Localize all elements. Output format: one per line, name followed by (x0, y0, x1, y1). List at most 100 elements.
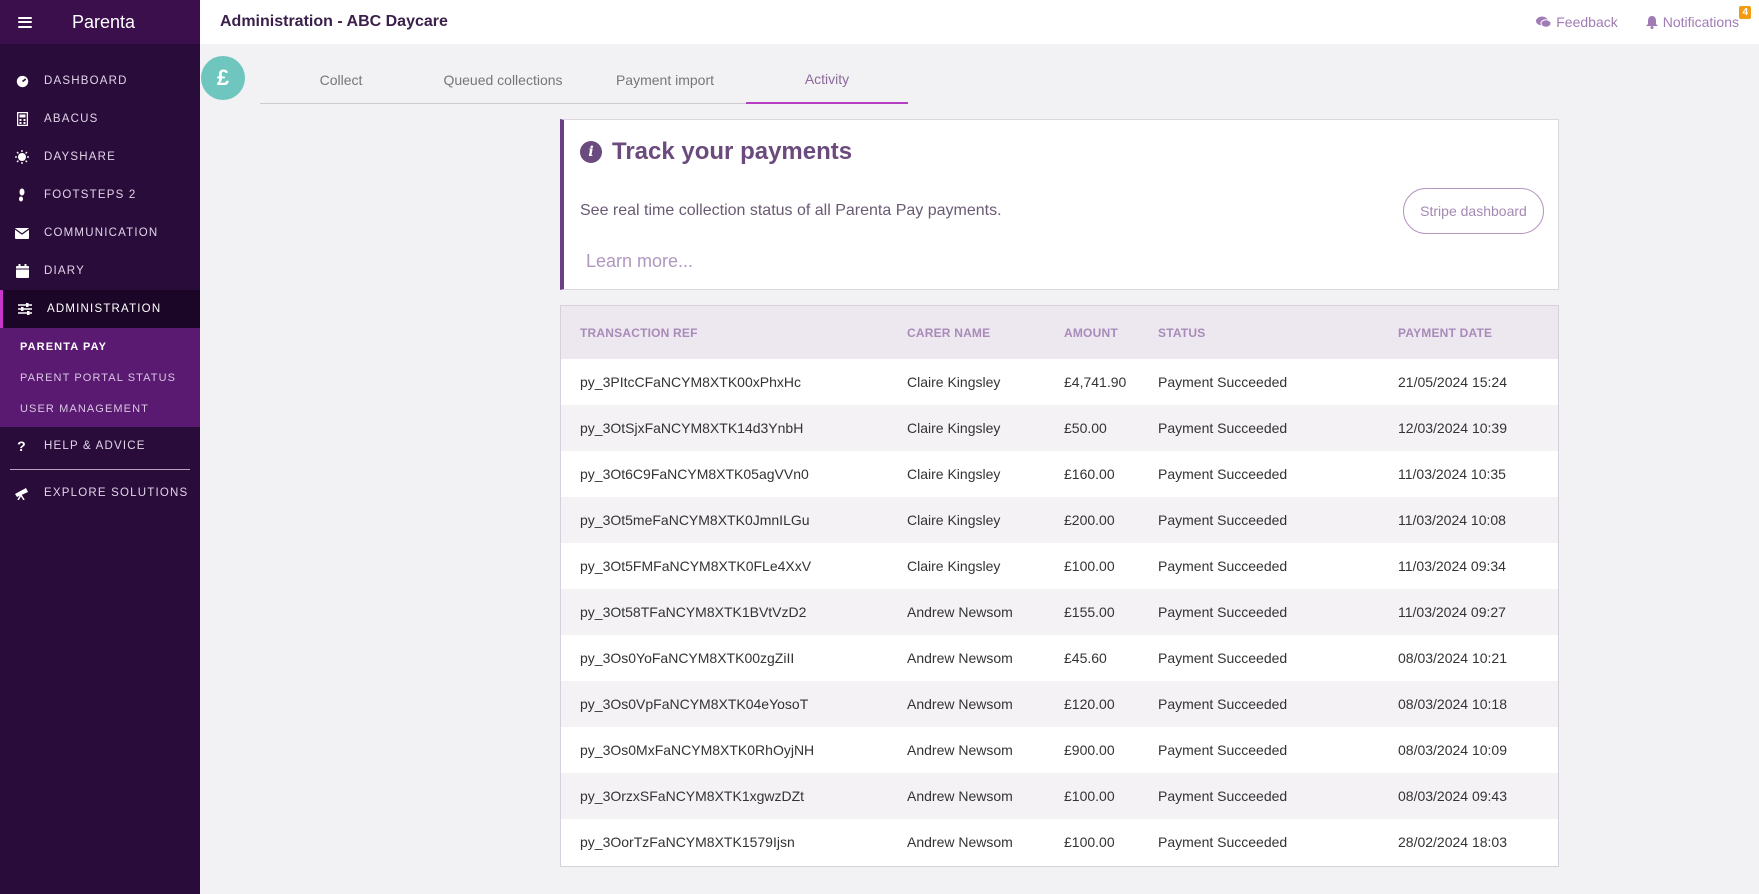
table-row[interactable]: py_3OrzxSFaNCYM8XTK1xgwzDZt Andrew Newsom… (561, 773, 1558, 819)
transactions-table-card: TRANSACTION REF CARER NAME AMOUNT STATUS… (560, 305, 1559, 867)
nav-label: COMMUNICATION (44, 227, 159, 239)
envelope-icon (14, 225, 30, 241)
transaction-ref-cell: py_3OtSjxFaNCYM8XTK14d3YnbH (580, 420, 804, 436)
notifications-link[interactable]: Notifications 4 (1645, 6, 1751, 30)
comments-icon (1536, 16, 1552, 28)
transaction-ref-cell: py_3Ot5meFaNCYM8XTK0JmnILGu (580, 512, 810, 528)
table-row[interactable]: py_3Os0VpFaNCYM8XTK04eYosoT Andrew Newsom… (561, 681, 1558, 727)
nav-label: FOOTSTEPS 2 (44, 189, 137, 201)
brand-name[interactable]: Parenta (72, 12, 135, 33)
page-title: Administration - ABC Daycare (220, 13, 448, 30)
carer-name-cell: Andrew Newsom (907, 788, 1013, 804)
nav-item-footsteps[interactable]: FOOTSTEPS 2 (0, 176, 200, 214)
pound-icon: £ (201, 56, 245, 100)
tab-collect[interactable]: Collect (260, 56, 422, 104)
table-row[interactable]: py_3Os0YoFaNCYM8XTK00zgZiII Andrew Newsom… (561, 635, 1558, 681)
amount-cell: £160.00 (1064, 466, 1115, 482)
payment-date-cell: 08/03/2024 09:43 (1398, 788, 1507, 804)
nav-item-dayshare[interactable]: DAYSHARE (0, 138, 200, 176)
payment-date-cell: 11/03/2024 10:08 (1398, 512, 1506, 528)
column-header-amount[interactable]: AMOUNT (1045, 306, 1139, 359)
bell-icon (1645, 15, 1658, 29)
nav-item-explore[interactable]: EXPLORE SOLUTIONS (0, 474, 200, 512)
tab-bar: Collect Queued collections Payment impor… (260, 56, 908, 104)
nav-item-dashboard[interactable]: DASHBOARD (0, 62, 200, 100)
nav-label: DIARY (44, 265, 85, 277)
sub-item-parenta-pay[interactable]: PARENTA PAY (0, 331, 200, 362)
transaction-ref-cell: py_3Os0YoFaNCYM8XTK00zgZiII (580, 650, 795, 666)
payment-date-cell: 11/03/2024 09:34 (1398, 558, 1506, 574)
nav-item-abacus[interactable]: ABACUS (0, 100, 200, 138)
sidebar-header: Parenta (0, 0, 200, 44)
column-header-transaction-ref[interactable]: TRANSACTION REF (561, 306, 888, 359)
carer-name-cell: Andrew Newsom (907, 650, 1013, 666)
stripe-dashboard-button[interactable]: Stripe dashboard (1403, 188, 1544, 234)
table-row[interactable]: py_3Ot6C9FaNCYM8XTK05agVVn0 Claire Kingsl… (561, 451, 1558, 497)
status-cell: Payment Succeeded (1158, 604, 1288, 620)
nav-label: DASHBOARD (44, 75, 128, 87)
main-nav: DASHBOARD ABACUS DAYSHARE FOOTSTEPS 2 CO… (0, 62, 200, 512)
sub-item-parent-portal-status[interactable]: PARENT PORTAL STATUS (0, 362, 200, 393)
table-row[interactable]: py_3PItcCFaNCYM8XTK00xPhxHc Claire Kingsl… (561, 359, 1558, 405)
transaction-ref-cell: py_3Ot5FMFaNCYM8XTK0FLe4XxV (580, 558, 812, 574)
status-cell: Payment Succeeded (1158, 742, 1288, 758)
nav-label: HELP & ADVICE (44, 440, 146, 452)
top-header: Administration - ABC Daycare Feedback No… (200, 0, 1759, 44)
calendar-icon (14, 263, 30, 279)
nav-item-administration[interactable]: ADMINISTRATION (0, 290, 200, 328)
feedback-link[interactable]: Feedback (1536, 14, 1618, 30)
learn-more-link[interactable]: Learn more... (586, 251, 693, 272)
payment-date-cell: 28/02/2024 18:03 (1398, 834, 1507, 850)
nav-item-help[interactable]: ? HELP & ADVICE (0, 427, 200, 465)
status-cell: Payment Succeeded (1158, 788, 1288, 804)
payment-date-cell: 11/03/2024 10:35 (1398, 466, 1506, 482)
table-row[interactable]: py_3Os0MxFaNCYM8XTK0RhOyjNH Andrew Newsom… (561, 727, 1558, 773)
table-row[interactable]: py_3OtSjxFaNCYM8XTK14d3YnbH Claire Kingsl… (561, 405, 1558, 451)
carer-name-cell: Claire Kingsley (907, 558, 1001, 574)
table-row[interactable]: py_3Ot5meFaNCYM8XTK0JmnILGu Claire Kingsl… (561, 497, 1558, 543)
administration-subnav: PARENTA PAY PARENT PORTAL STATUS USER MA… (0, 328, 200, 427)
carer-name-cell: Andrew Newsom (907, 834, 1013, 850)
sub-item-user-management[interactable]: USER MANAGEMENT (0, 393, 200, 424)
payment-date-cell: 21/05/2024 15:24 (1398, 374, 1507, 390)
tab-payment-import[interactable]: Payment import (584, 56, 746, 104)
nav-item-diary[interactable]: DIARY (0, 252, 200, 290)
transactions-table: TRANSACTION REF CARER NAME AMOUNT STATUS… (561, 306, 1558, 865)
carer-name-cell: Claire Kingsley (907, 466, 1001, 482)
carer-name-cell: Andrew Newsom (907, 742, 1013, 758)
column-header-carer-name[interactable]: CARER NAME (888, 306, 1045, 359)
amount-cell: £4,741.90 (1064, 374, 1127, 390)
carer-name-cell: Andrew Newsom (907, 696, 1013, 712)
nav-item-communication[interactable]: COMMUNICATION (0, 214, 200, 252)
amount-cell: £155.00 (1064, 604, 1115, 620)
transaction-ref-cell: py_3Os0MxFaNCYM8XTK0RhOyjNH (580, 742, 815, 758)
status-cell: Payment Succeeded (1158, 420, 1288, 436)
sliders-icon (17, 301, 33, 317)
table-row[interactable]: py_3Ot58TFaNCYM8XTK1BVtVzD2 Andrew Newsom… (561, 589, 1558, 635)
sun-icon (14, 149, 30, 165)
transaction-ref-cell: py_3Os0VpFaNCYM8XTK04eYosoT (580, 696, 809, 712)
status-cell: Payment Succeeded (1158, 696, 1288, 712)
amount-cell: £900.00 (1064, 742, 1115, 758)
transaction-ref-cell: py_3PItcCFaNCYM8XTK00xPhxHc (580, 374, 801, 390)
feedback-label: Feedback (1556, 14, 1618, 30)
info-heading: i Track your payments (580, 138, 852, 166)
info-card: i Track your payments See real time coll… (560, 119, 1559, 290)
payment-date-cell: 08/03/2024 10:18 (1398, 696, 1507, 712)
payment-date-cell: 08/03/2024 10:09 (1398, 742, 1507, 758)
table-row[interactable]: py_3OorTzFaNCYM8XTK1579Ijsn Andrew Newsom… (561, 819, 1558, 865)
column-header-payment-date[interactable]: PAYMENT DATE (1379, 306, 1558, 359)
amount-cell: £100.00 (1064, 558, 1115, 574)
info-circle-icon: i (580, 141, 602, 163)
tab-activity[interactable]: Activity (746, 56, 908, 104)
amount-cell: £50.00 (1064, 420, 1107, 436)
header-actions: Feedback Notifications 4 (1536, 0, 1751, 44)
menu-icon[interactable] (18, 16, 32, 28)
info-description: See real time collection status of all P… (580, 202, 1002, 219)
amount-cell: £200.00 (1064, 512, 1115, 528)
carer-name-cell: Andrew Newsom (907, 604, 1013, 620)
telescope-icon (14, 485, 30, 501)
tab-queued-collections[interactable]: Queued collections (422, 56, 584, 104)
column-header-status[interactable]: STATUS (1139, 306, 1379, 359)
table-row[interactable]: py_3Ot5FMFaNCYM8XTK0FLe4XxV Claire Kingsl… (561, 543, 1558, 589)
